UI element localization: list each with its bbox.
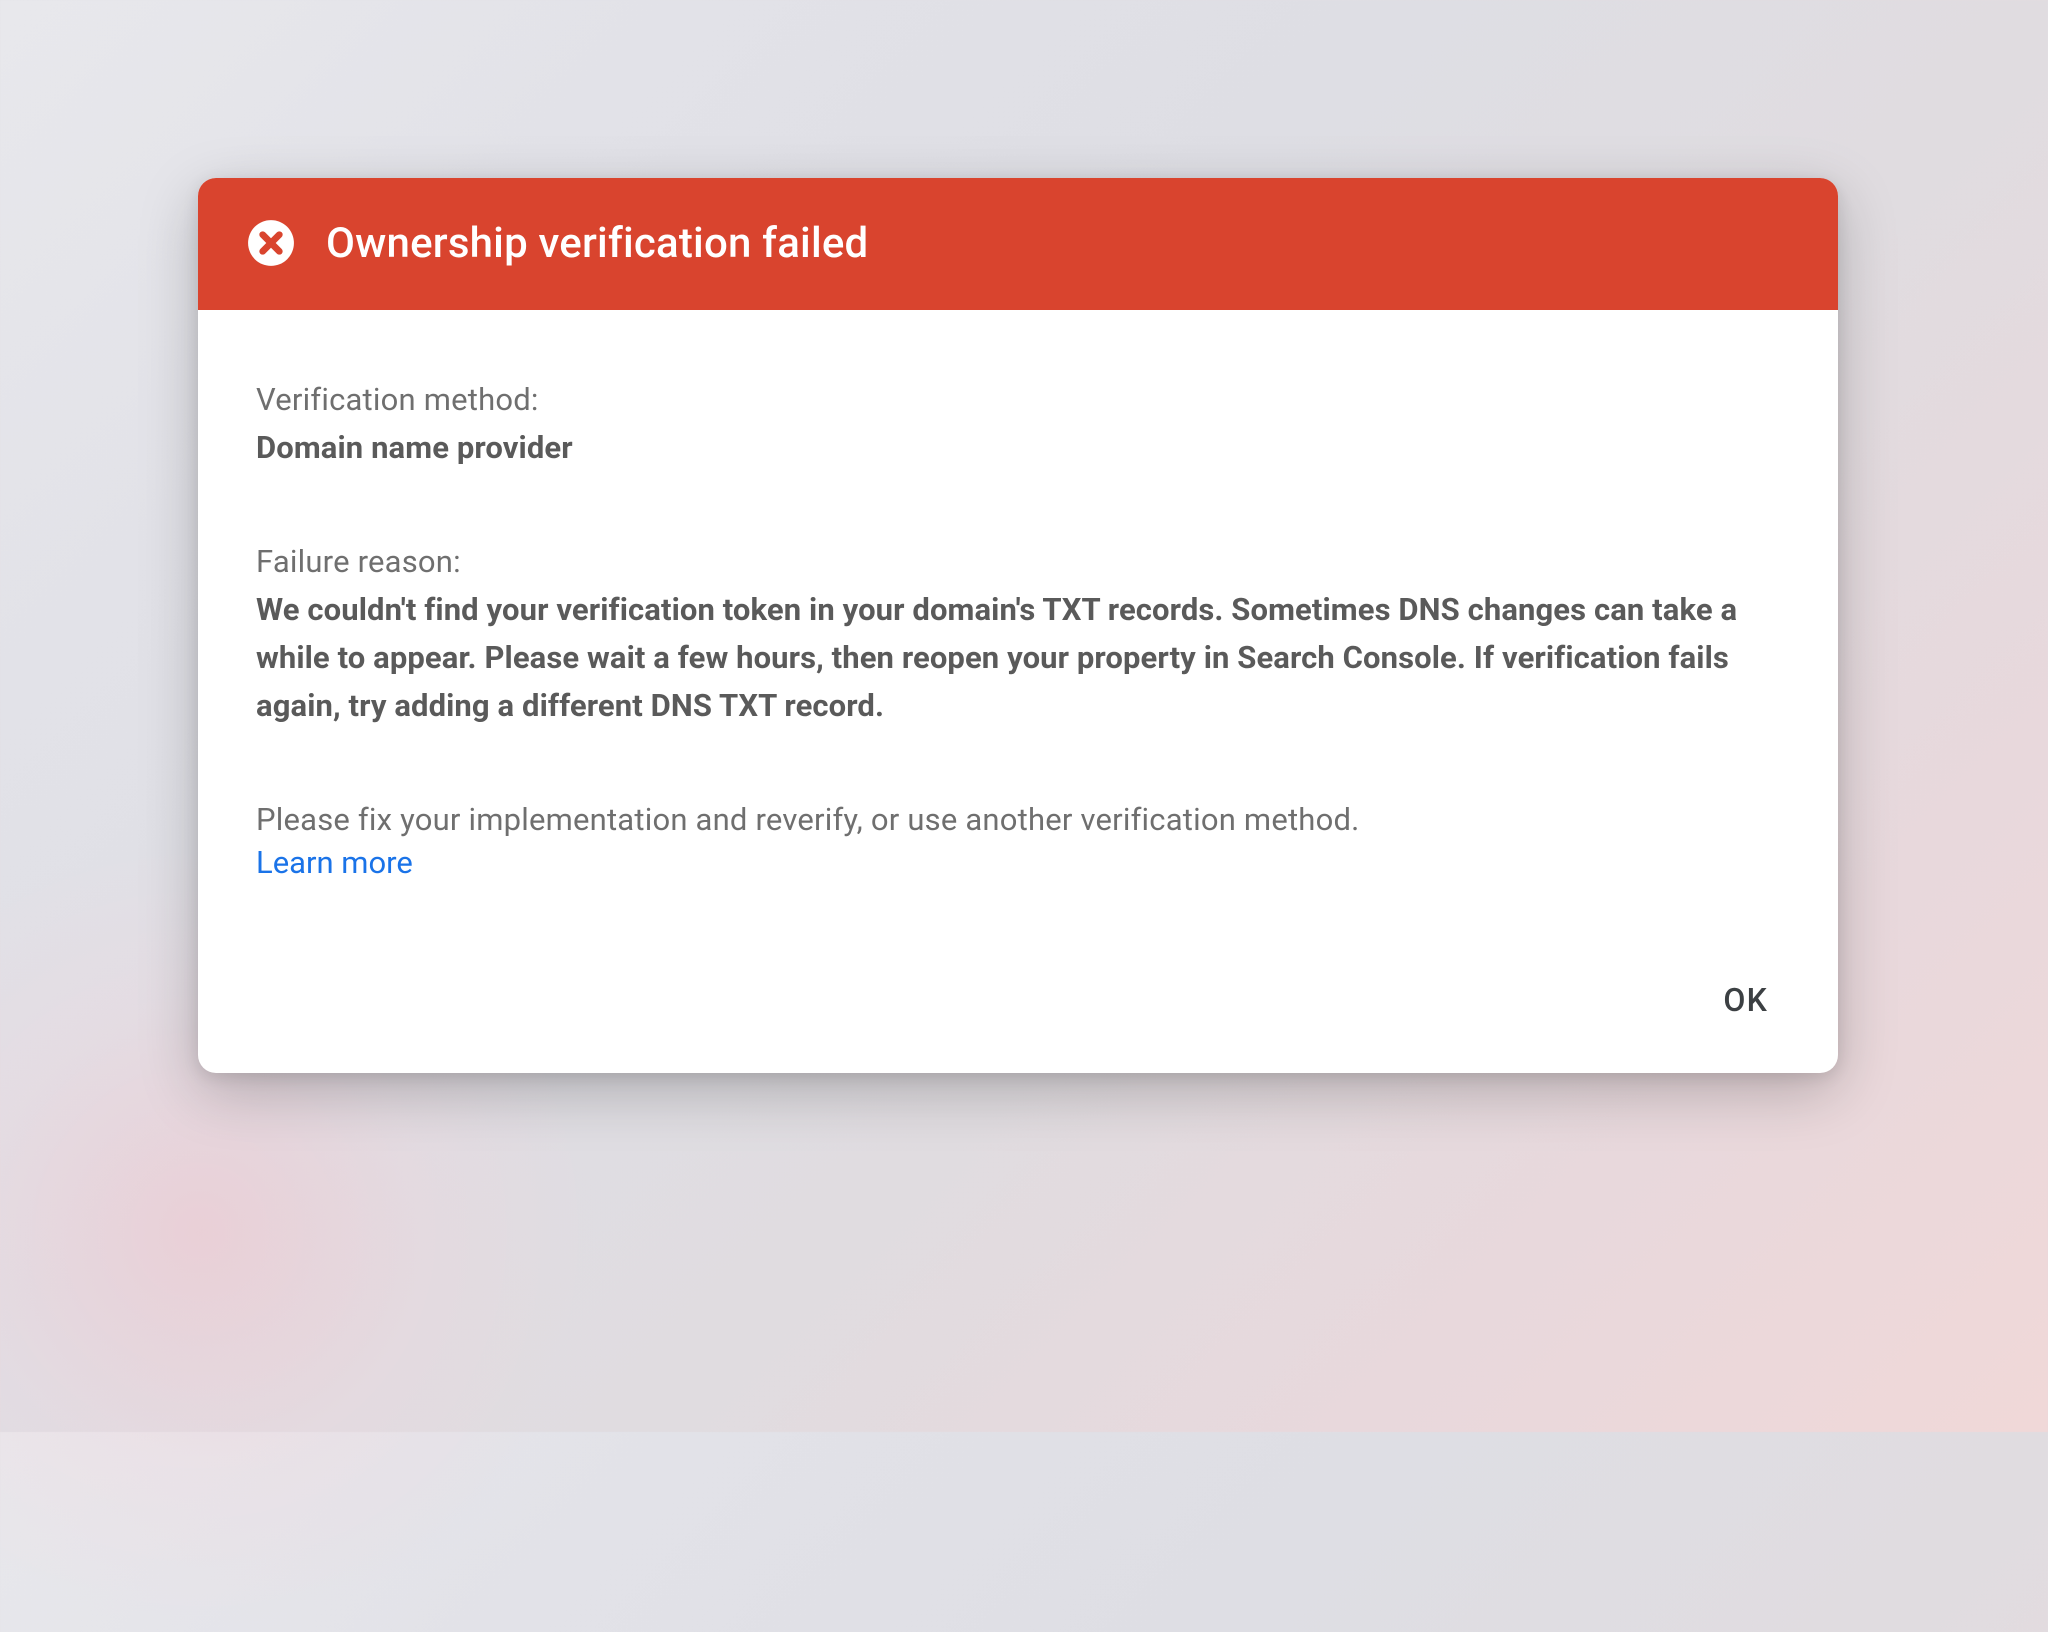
dialog-body: Verification method: Domain name provide… [198,310,1838,947]
error-circle-icon [246,218,296,268]
failure-reason-section: Failure reason: We couldn't find your ve… [256,538,1780,730]
help-section: Please fix your implementation and rever… [256,796,1780,881]
dialog-title: Ownership verification failed [326,219,868,268]
verification-failed-dialog: Ownership verification failed Verificati… [198,178,1838,1073]
verification-method-section: Verification method: Domain name provide… [256,376,1780,472]
reason-value: We couldn't find your verification token… [256,586,1780,730]
reason-label: Failure reason: [256,538,1780,586]
dialog-header: Ownership verification failed [198,178,1838,310]
ok-button[interactable]: OK [1701,967,1790,1033]
help-text: Please fix your implementation and rever… [256,796,1780,844]
method-value: Domain name provider [256,424,1780,472]
method-label: Verification method: [256,376,1780,424]
dialog-actions: OK [198,947,1838,1073]
learn-more-link[interactable]: Learn more [256,844,413,881]
